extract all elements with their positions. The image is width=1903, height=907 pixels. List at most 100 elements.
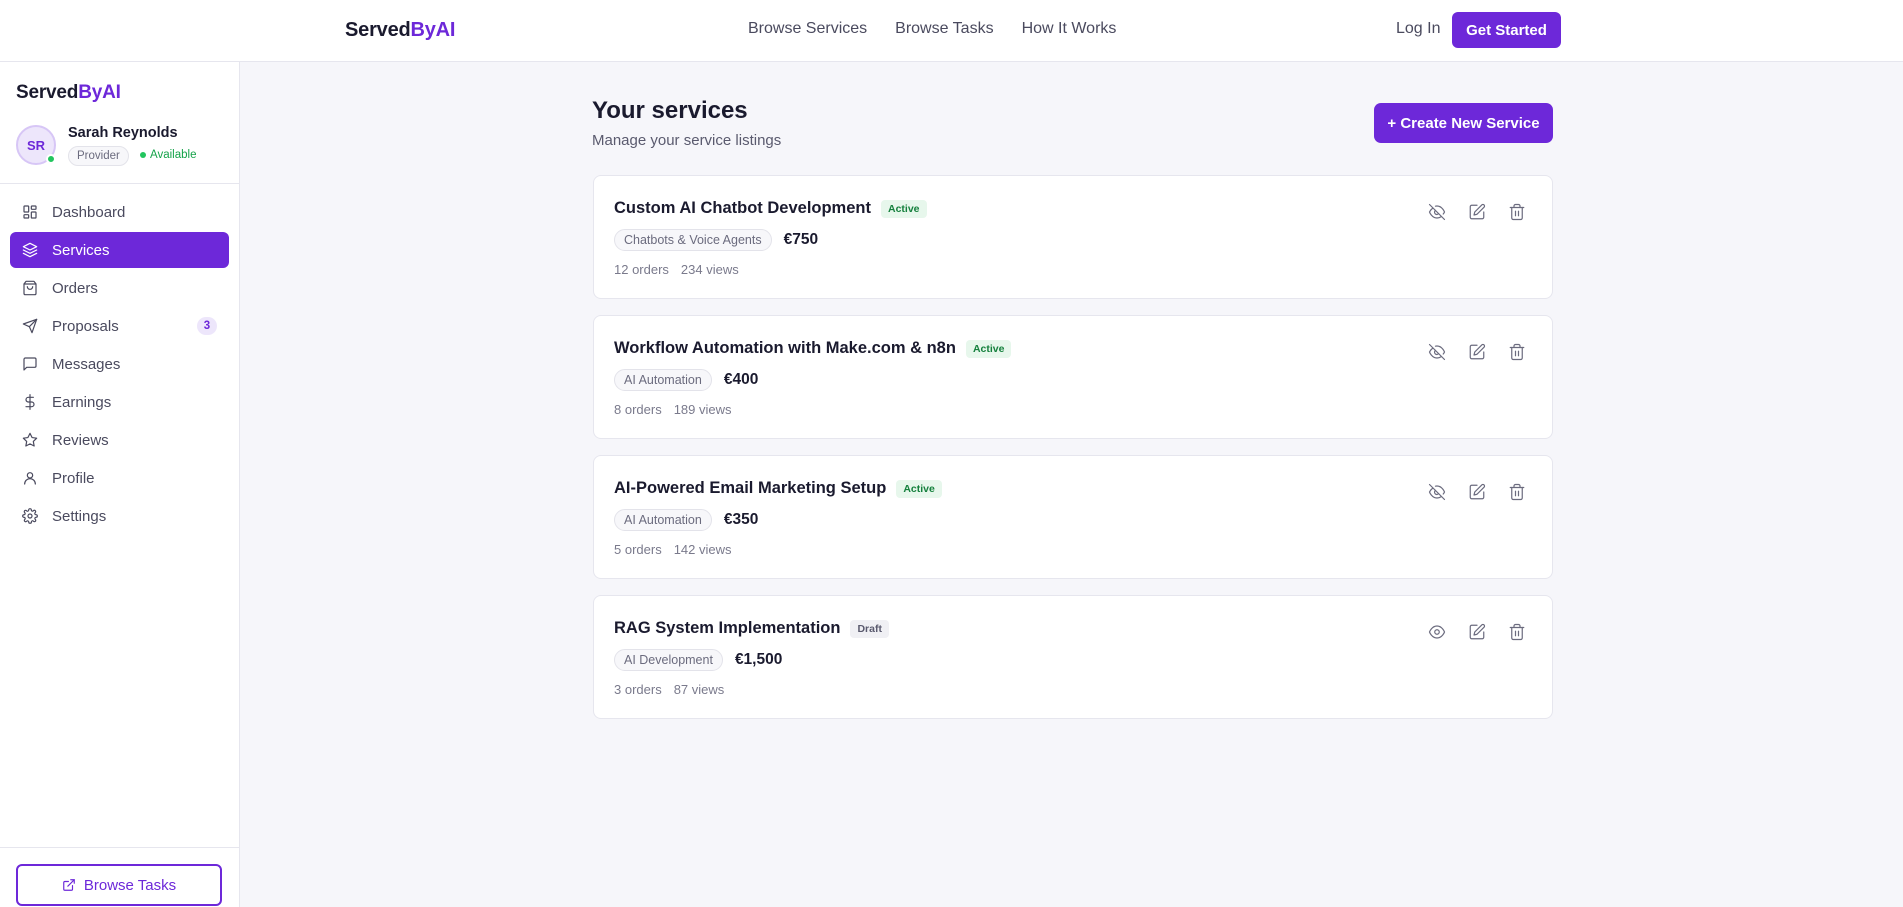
service-name[interactable]: RAG System Implementation [614, 619, 840, 638]
user-icon [24, 472, 36, 485]
service-card[interactable]: RAG System Implementation Draft AI Devel… [593, 595, 1553, 719]
sidebar-item-settings[interactable]: Settings [10, 498, 229, 534]
delete-service-button[interactable] [1508, 203, 1526, 221]
toggle-visibility-button[interactable] [1428, 623, 1446, 641]
edit-icon [1469, 483, 1486, 500]
eye-off-icon [1428, 343, 1446, 361]
sidebar-item-label: Proposals [52, 317, 119, 335]
sidebar-item-label: Settings [52, 507, 107, 525]
views-count: 189 views [673, 402, 732, 417]
star-icon [22, 432, 38, 447]
toggle-visibility-button[interactable] [1428, 483, 1446, 501]
sidebar-item-profile[interactable]: Profile [10, 460, 229, 496]
sidebar-brand-accent: ByAI [78, 82, 121, 103]
service-name[interactable]: Custom AI Chatbot Development [614, 199, 871, 218]
top-navbar: ServedByAI Browse Services Browse Tasks … [0, 0, 1903, 62]
brand-main: Served [345, 19, 411, 41]
sidebar-item-dashboard[interactable]: Dashboard [10, 194, 229, 230]
main-nav-links: Browse Services Browse Tasks How It Work… [748, 20, 1116, 38]
availability-dot [140, 152, 146, 158]
sidebar-item-label: Dashboard [52, 203, 126, 221]
service-actions [1428, 483, 1526, 501]
sidebar: ServedByAI SR Sarah Reynolds Provider Av… [0, 62, 240, 907]
user-name: Sarah Reynolds [68, 125, 178, 141]
edit-service-button[interactable] [1468, 623, 1486, 641]
edit-service-button[interactable] [1468, 343, 1486, 361]
availability-label: Available [150, 149, 197, 161]
status-badge: Active [896, 479, 942, 498]
nav-browse-services[interactable]: Browse Services [748, 20, 867, 38]
status-badge: Active [880, 199, 927, 218]
brand-logo[interactable]: ServedByAI [345, 19, 455, 42]
browse-tasks-button[interactable]: Browse Tasks [16, 864, 222, 906]
service-meta-row: AI Automation €400 [614, 369, 758, 391]
external-link-icon [63, 879, 75, 891]
sidebar-item-services[interactable]: Services [10, 232, 229, 268]
create-new-service-button[interactable]: + Create New Service [1374, 103, 1553, 143]
sidebar-item-label: Messages [52, 355, 121, 373]
page-title: Your services [592, 97, 748, 124]
online-status-dot [46, 154, 56, 164]
service-price: €350 [723, 511, 759, 528]
sidebar-item-orders[interactable]: Orders [10, 270, 229, 306]
send-icon [22, 318, 38, 334]
delete-service-button[interactable] [1508, 623, 1526, 641]
status-badge: Active [965, 339, 1012, 358]
browse-tasks-label: Browse Tasks [83, 876, 177, 894]
sidebar-item-label: Services [52, 241, 110, 259]
edit-icon [1469, 203, 1486, 220]
edit-service-button[interactable] [1468, 483, 1486, 501]
nav-how-it-works[interactable]: How It Works [1022, 20, 1117, 38]
service-actions [1428, 623, 1526, 641]
orders-count: 5 orders [614, 542, 662, 557]
sidebar-item-earnings[interactable]: Earnings [10, 384, 229, 420]
login-link[interactable]: Log In [1396, 20, 1440, 38]
sidebar-item-messages[interactable]: Messages [10, 346, 229, 382]
nav-browse-tasks[interactable]: Browse Tasks [895, 20, 993, 38]
service-card[interactable]: Workflow Automation with Make.com & n8n … [593, 315, 1553, 439]
views-count: 234 views [680, 262, 739, 277]
service-card[interactable]: Custom AI Chatbot Development Active Cha… [593, 175, 1553, 299]
sidebar-item-reviews[interactable]: Reviews [10, 422, 229, 458]
service-meta-row: Chatbots & Voice Agents €750 [614, 229, 818, 251]
service-meta-row: AI Automation €350 [614, 509, 758, 531]
category-tag: AI Automation [614, 509, 712, 531]
views-count: 87 views [673, 682, 725, 697]
eye-off-icon [1428, 483, 1446, 501]
dashboard-icon [23, 205, 37, 219]
sidebar-menu: Dashboard Services Orders Proposals 3 Me… [10, 194, 229, 536]
delete-service-button[interactable] [1508, 483, 1526, 501]
delete-service-button[interactable] [1508, 343, 1526, 361]
views-count: 142 views [673, 542, 732, 557]
service-stats: 5 orders 142 views [614, 542, 732, 557]
trash-icon [1509, 203, 1525, 221]
get-started-button[interactable]: Get Started [1452, 12, 1561, 48]
sidebar-brand-logo[interactable]: ServedByAI [16, 82, 121, 104]
toggle-visibility-button[interactable] [1428, 203, 1446, 221]
sidebar-item-label: Reviews [52, 431, 109, 449]
service-name[interactable]: AI-Powered Email Marketing Setup [614, 479, 886, 498]
orders-count: 8 orders [614, 402, 662, 417]
service-title-row: AI-Powered Email Marketing Setup Active [614, 479, 942, 498]
edit-icon [1469, 343, 1486, 360]
service-name[interactable]: Workflow Automation with Make.com & n8n [614, 339, 956, 358]
service-price: €400 [723, 371, 759, 388]
edit-service-button[interactable] [1468, 203, 1486, 221]
brand-accent: ByAI [410, 19, 456, 41]
sidebar-bottom-divider [0, 847, 239, 848]
orders-count: 12 orders [614, 262, 669, 277]
sidebar-item-proposals[interactable]: Proposals 3 [10, 308, 229, 344]
layers-icon [22, 242, 38, 258]
category-tag: Chatbots & Voice Agents [614, 229, 772, 251]
trash-icon [1509, 483, 1525, 501]
eye-icon [1428, 625, 1446, 639]
availability-status: Available [140, 149, 196, 161]
edit-icon [1469, 623, 1486, 640]
category-tag: AI Automation [614, 369, 712, 391]
toggle-visibility-button[interactable] [1428, 343, 1446, 361]
service-title-row: Custom AI Chatbot Development Active [614, 199, 927, 218]
service-meta-row: AI Development €1,500 [614, 649, 782, 671]
trash-icon [1509, 623, 1525, 641]
service-actions [1428, 343, 1526, 361]
service-card[interactable]: AI-Powered Email Marketing Setup Active … [593, 455, 1553, 579]
